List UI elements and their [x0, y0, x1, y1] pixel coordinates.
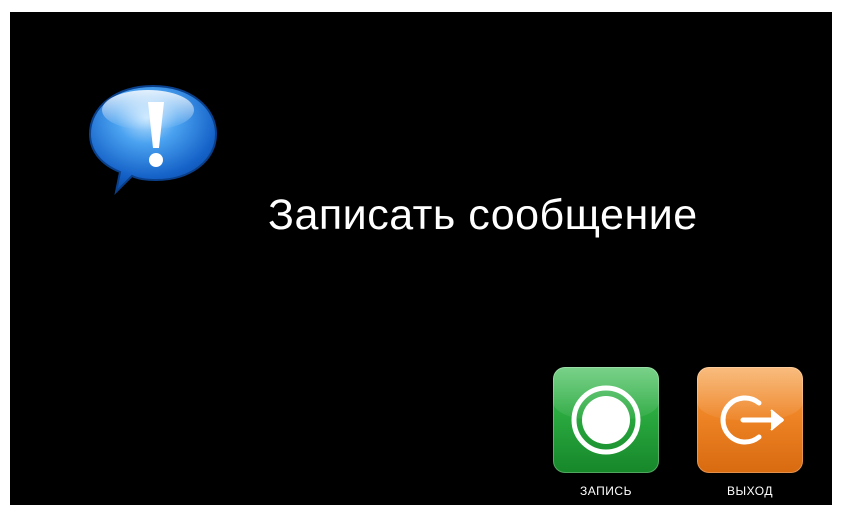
exit-label: ВЫХОД: [727, 484, 773, 498]
message-screen: Записать сообщение ЗАПИСЬ ВЫХОД: [10, 12, 832, 505]
exit-arrow-icon: [720, 395, 784, 445]
record-circle-icon: [571, 385, 641, 455]
record-label: ЗАПИСЬ: [580, 484, 632, 498]
speech-bubble-exclamation-icon: [86, 80, 220, 198]
page-title: Записать сообщение: [268, 191, 698, 239]
record-button[interactable]: [553, 367, 659, 473]
exit-button[interactable]: [697, 367, 803, 473]
